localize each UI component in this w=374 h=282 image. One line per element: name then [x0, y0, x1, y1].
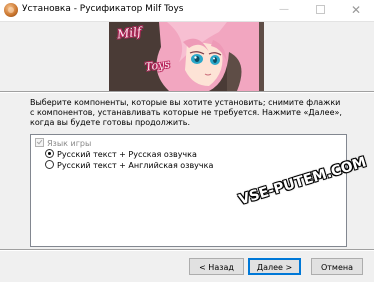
cancel-button[interactable]: Отмена	[311, 258, 363, 275]
header-banner-image: Milf Toys	[109, 22, 264, 91]
banner-logo-text: Milf	[116, 25, 142, 42]
component-option-row[interactable]: Русский текст + Английская озвучка	[45, 160, 213, 171]
next-button[interactable]: Далее >	[248, 258, 301, 275]
app-icon	[4, 3, 18, 17]
component-option-label: Русский текст + Русская озвучка	[57, 150, 197, 159]
footer-divider	[0, 249, 374, 251]
component-group-row[interactable]: Язык игры	[35, 138, 91, 149]
component-group-label: Язык игры	[47, 139, 91, 148]
close-icon[interactable]: ✕	[338, 0, 374, 21]
maximize-icon[interactable]	[302, 0, 338, 21]
option-radio[interactable]	[45, 160, 54, 169]
component-option-row[interactable]: Русский текст + Русская озвучка	[45, 149, 197, 160]
window-title: Установка - Русификатор Milf Toys	[22, 4, 183, 14]
component-group-checkbox[interactable]	[35, 138, 44, 147]
title-bar: Установка - Русификатор Milf Toys — ✕	[0, 0, 374, 22]
header-divider	[0, 91, 374, 93]
component-option-label: Русский текст + Английская озвучка	[57, 161, 213, 170]
minimize-icon[interactable]: —	[266, 0, 302, 21]
back-button[interactable]: < Назад	[189, 258, 244, 275]
option-radio-selected[interactable]	[45, 149, 54, 158]
instructions-text: Выберите компоненты, которые вы хотите у…	[30, 98, 346, 128]
